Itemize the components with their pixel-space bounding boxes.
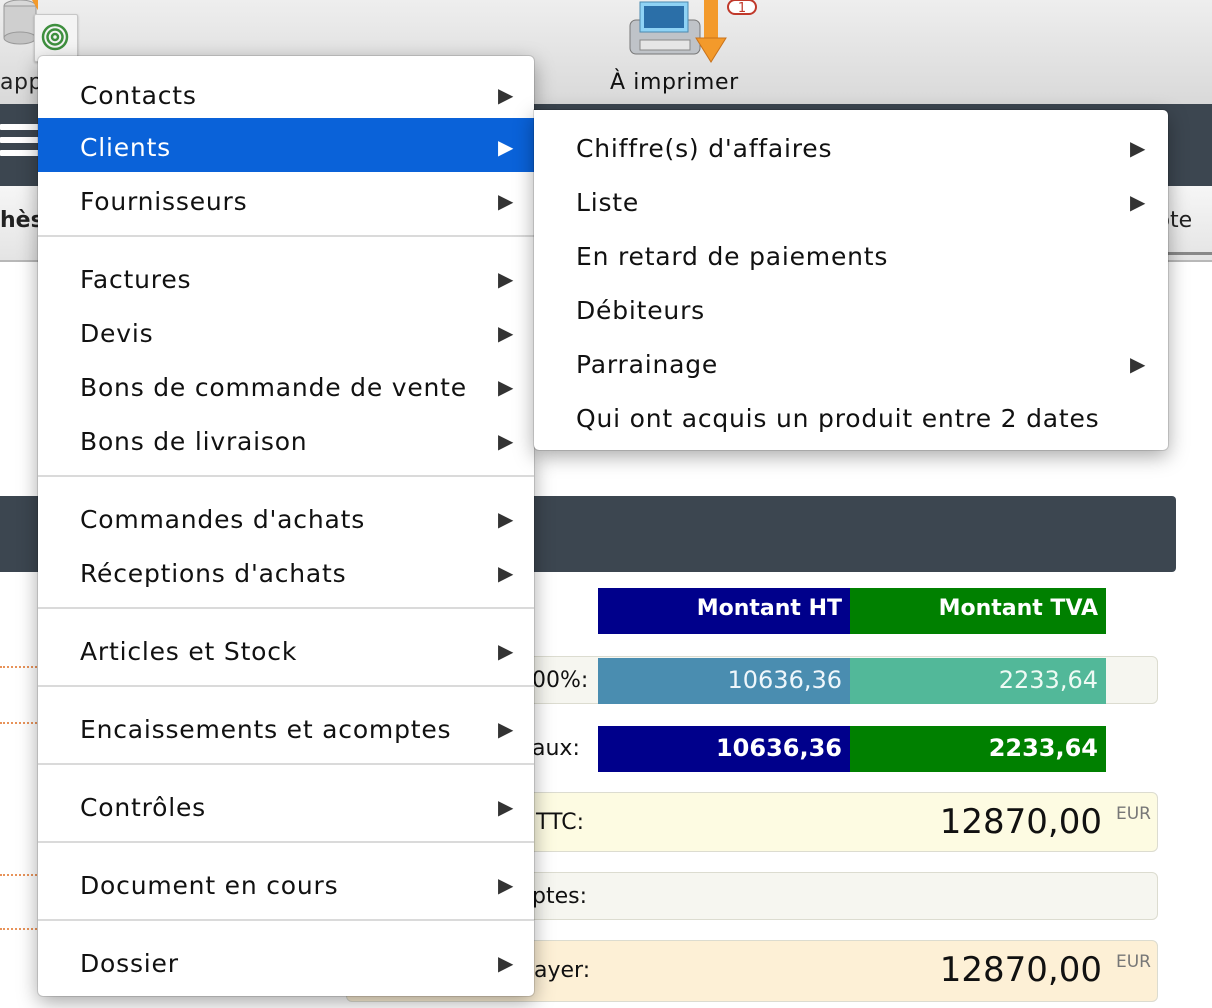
submenu-item-acquis-produit[interactable]: Qui ont acquis un produit entre 2 dates: [534, 389, 1168, 443]
menu-item-controles[interactable]: Contrôles ▶: [38, 778, 534, 832]
total-row-tva: 2233,64: [850, 726, 1106, 772]
menu-item-dossier[interactable]: Dossier ▶: [38, 934, 534, 988]
rate-row-ht: 10636,36: [598, 658, 850, 704]
menu-item-label: Qui ont acquis un produit entre 2 dates: [576, 404, 1100, 433]
printer-icon[interactable]: 1: [624, 0, 760, 64]
column-header-ht: Montant HT: [598, 588, 850, 634]
column-header-tva: Montant TVA: [850, 588, 1106, 634]
menu-separator: [38, 235, 534, 237]
submenu-arrow-icon: ▶: [498, 507, 515, 531]
submenu-arrow-icon: ▶: [1130, 136, 1147, 160]
menu-item-label: Commandes d'achats: [80, 505, 366, 534]
print-queue-label[interactable]: À imprimer: [610, 70, 739, 95]
menu-item-label: Dossier: [80, 949, 179, 978]
submenu-arrow-icon: ▶: [498, 135, 515, 159]
clients-submenu: Chiffre(s) d'affaires ▶ Liste ▶ En retar…: [534, 110, 1168, 450]
ttc-label: TTC:: [536, 810, 584, 835]
menu-item-label: Devis: [80, 319, 154, 348]
acomptes-label: ptes:: [532, 884, 587, 909]
menu-item-label: Clients: [80, 133, 172, 162]
menu-item-label: Factures: [80, 265, 192, 294]
database-icon[interactable]: [2, 0, 38, 46]
submenu-arrow-icon: ▶: [498, 873, 515, 897]
dotted-leader: [0, 874, 40, 876]
submenu-arrow-icon: ▶: [498, 429, 515, 453]
menu-item-commandes-achats[interactable]: Commandes d'achats ▶: [38, 490, 534, 544]
submenu-arrow-icon: ▶: [1130, 352, 1147, 376]
menu-item-label: Réceptions d'achats: [80, 559, 347, 588]
spiral-document-icon[interactable]: [34, 14, 78, 62]
menu-item-label: Contrôles: [80, 793, 206, 822]
main-menu: Contacts ▶ Clients ▶ Fournisseurs ▶ Fact…: [38, 56, 534, 996]
menu-item-bons-commande-vente[interactable]: Bons de commande de vente ▶: [38, 358, 534, 412]
submenu-arrow-icon: ▶: [498, 267, 515, 291]
submenu-item-parrainage[interactable]: Parrainage ▶: [534, 335, 1168, 389]
payer-amount: 12870,00: [939, 950, 1102, 990]
menu-item-label: Débiteurs: [576, 296, 705, 325]
payer-label: ayer:: [534, 958, 591, 983]
menu-item-fournisseurs[interactable]: Fournisseurs ▶: [38, 172, 534, 226]
dotted-leader: [0, 928, 40, 930]
menu-separator: [38, 685, 534, 687]
submenu-arrow-icon: ▶: [498, 717, 515, 741]
submenu-item-retard-paiements[interactable]: En retard de paiements: [534, 227, 1168, 281]
menu-item-devis[interactable]: Devis ▶: [38, 304, 534, 358]
submenu-arrow-icon: ▶: [498, 83, 515, 107]
submenu-item-liste[interactable]: Liste ▶: [534, 173, 1168, 227]
menu-item-contacts[interactable]: Contacts ▶: [38, 66, 534, 120]
submenu-arrow-icon: ▶: [498, 375, 515, 399]
menu-item-label: Parrainage: [576, 350, 719, 379]
menu-item-receptions-achats[interactable]: Réceptions d'achats ▶: [38, 544, 534, 598]
menu-item-label: Articles et Stock: [80, 637, 298, 666]
menu-item-bons-livraison[interactable]: Bons de livraison ▶: [38, 412, 534, 466]
menu-item-label: Liste: [576, 188, 640, 217]
menu-item-factures[interactable]: Factures ▶: [38, 250, 534, 304]
submenu-arrow-icon: ▶: [498, 795, 515, 819]
menu-item-label: Bons de livraison: [80, 427, 308, 456]
menu-item-label: Bons de commande de vente: [80, 373, 467, 402]
rate-row-tva: 2233,64: [850, 658, 1106, 704]
menu-item-label: Chiffre(s) d'affaires: [576, 134, 833, 163]
hamburger-menu-icon[interactable]: [0, 124, 40, 162]
menu-item-document-en-cours[interactable]: Document en cours ▶: [38, 856, 534, 910]
menu-item-articles-stock[interactable]: Articles et Stock ▶: [38, 622, 534, 676]
menu-separator: [38, 763, 534, 765]
tab-underline: [1168, 252, 1212, 255]
menu-item-clients[interactable]: Clients ▶: [38, 118, 534, 172]
menu-separator: [38, 919, 534, 921]
submenu-arrow-icon: ▶: [498, 189, 515, 213]
total-row-ht: 10636,36: [598, 726, 850, 772]
payer-currency: EUR: [1116, 952, 1151, 972]
total-row-label: aux:: [532, 736, 580, 761]
submenu-arrow-icon: ▶: [498, 321, 515, 345]
submenu-item-chiffre-affaires[interactable]: Chiffre(s) d'affaires ▶: [534, 119, 1168, 173]
submenu-arrow-icon: ▶: [498, 951, 515, 975]
menu-item-label: Fournisseurs: [80, 187, 248, 216]
menu-item-label: Contacts: [80, 81, 197, 110]
menu-separator: [38, 841, 534, 843]
dotted-leader: [0, 722, 40, 724]
ttc-amount: 12870,00: [939, 802, 1102, 842]
submenu-arrow-icon: ▶: [498, 561, 515, 585]
print-badge-count: 1: [738, 1, 746, 16]
menu-item-label: Encaissements et acomptes: [80, 715, 452, 744]
toolbar-app-label[interactable]: app: [0, 70, 43, 95]
menu-item-encaissements[interactable]: Encaissements et acomptes ▶: [38, 700, 534, 754]
dotted-leader: [0, 666, 40, 668]
menu-separator: [38, 475, 534, 477]
menu-separator: [38, 607, 534, 609]
ttc-currency: EUR: [1116, 804, 1151, 824]
rate-row-label: 00%:: [532, 668, 589, 693]
submenu-arrow-icon: ▶: [1130, 190, 1147, 214]
menu-item-label: En retard de paiements: [576, 242, 889, 271]
menu-item-label: Document en cours: [80, 871, 339, 900]
submenu-arrow-icon: ▶: [498, 639, 515, 663]
submenu-item-debiteurs[interactable]: Débiteurs: [534, 281, 1168, 335]
